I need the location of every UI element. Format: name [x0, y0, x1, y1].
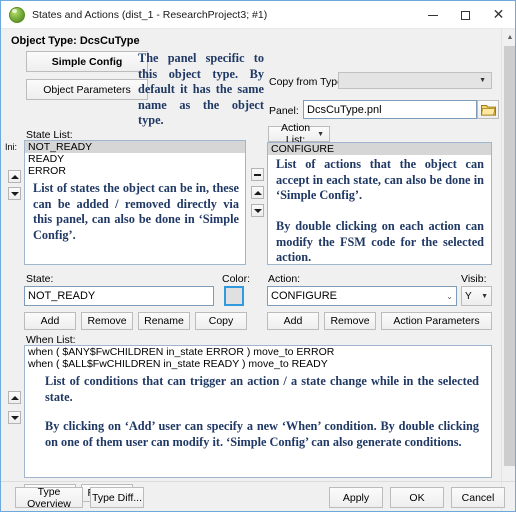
chevron-down-icon: ⌄ — [446, 291, 453, 301]
arrow-up-icon — [10, 395, 19, 400]
window-title: States and Actions (dist_1 - ResearchPro… — [32, 8, 268, 21]
folder-icon[interactable] — [477, 100, 499, 119]
state-name-input[interactable]: NOT_READY — [24, 286, 214, 306]
action-add-button[interactable]: Add — [267, 312, 319, 330]
close-icon: ✕ — [492, 7, 505, 23]
copy-from-type-select[interactable]: ▼ — [338, 72, 492, 89]
object-type-label: Object Type: DcsCuType — [11, 35, 140, 47]
state-move-down-button[interactable] — [8, 187, 21, 200]
action-list-dropdown-button[interactable]: Action List: ▼ — [268, 122, 330, 146]
arrow-down-icon — [253, 208, 262, 213]
action-name-combo[interactable]: CONFIGURE ⌄ — [267, 286, 457, 306]
arrow-down-icon — [10, 415, 19, 420]
type-diff-button[interactable]: Type Diff... — [90, 487, 144, 508]
list-item[interactable]: READY — [25, 153, 245, 165]
footer-divider — [1, 481, 515, 482]
state-move-up-button[interactable] — [8, 170, 21, 183]
when-list-annotation-note-1: List of conditions that can trigger an a… — [45, 374, 479, 404]
simple-config-button[interactable]: Simple Config — [26, 51, 148, 72]
action-parameters-button[interactable]: Action Parameters — [381, 312, 492, 330]
visib-select[interactable]: Y ▼ — [461, 286, 492, 306]
when-move-up-button[interactable] — [8, 391, 21, 404]
arrow-up-icon — [10, 174, 19, 179]
minus-icon — [254, 173, 261, 176]
apply-button[interactable]: Apply — [329, 487, 383, 508]
copy-from-type-label: Copy from Type: — [269, 76, 346, 88]
window-controls: ✕ — [416, 1, 515, 29]
arrow-down-icon — [10, 191, 19, 196]
list-item[interactable]: ERROR — [25, 165, 245, 177]
action-equalize-button[interactable] — [251, 168, 264, 181]
panel-input[interactable]: DcsCuType.pnl — [303, 100, 477, 119]
state-remove-button[interactable]: Remove — [81, 312, 133, 330]
vertical-scrollbar[interactable]: ▲ — [501, 29, 515, 511]
folder-glyph — [480, 104, 496, 116]
action-list-annotation-note-2: By double clicking on each action can mo… — [276, 219, 484, 264]
cancel-button[interactable]: Cancel — [451, 487, 505, 508]
action-name-value: CONFIGURE — [271, 290, 337, 302]
title-bar: States and Actions (dist_1 - ResearchPro… — [1, 1, 515, 29]
panel-annotation-note: The panel specific to this object type. … — [138, 51, 264, 127]
when-move-down-button[interactable] — [8, 411, 21, 424]
state-copy-button[interactable]: Copy — [195, 312, 247, 330]
when-list[interactable]: when ( $ANY$FwCHILDREN in_state ERROR ) … — [24, 345, 492, 478]
dialog-client-area: Object Type: DcsCuType Simple Config Obj… — [1, 29, 515, 511]
type-overview-button[interactable]: Type Overview — [15, 486, 83, 510]
visib-value: Y — [465, 290, 472, 302]
vertical-scrollbar-thumb[interactable] — [504, 46, 515, 466]
initial-state-label: Ini: — [5, 142, 18, 152]
list-item[interactable]: CONFIGURE — [268, 143, 491, 155]
action-list[interactable]: CONFIGURE List of actions that the objec… — [267, 142, 492, 265]
minimize-icon — [427, 14, 438, 16]
states-and-actions-window: States and Actions (dist_1 - ResearchPro… — [0, 0, 516, 512]
state-rename-button[interactable]: Rename — [138, 312, 190, 330]
chevron-down-icon: ▼ — [481, 292, 488, 300]
dialog-content: Object Type: DcsCuType Simple Config Obj… — [1, 29, 501, 511]
state-field-label: State: — [26, 273, 54, 285]
visib-label: Visib: — [461, 273, 487, 285]
state-list[interactable]: NOT_READY READY ERROR List of states the… — [24, 140, 246, 265]
list-item[interactable]: NOT_READY — [25, 141, 245, 153]
maximize-button[interactable] — [449, 1, 482, 29]
maximize-icon — [461, 10, 470, 20]
minimize-button[interactable] — [416, 1, 449, 29]
list-item[interactable]: when ( $ANY$FwCHILDREN in_state ERROR ) … — [25, 346, 491, 358]
scrollbar-up-button[interactable]: ▲ — [502, 29, 515, 45]
panel-label: Panel: — [269, 105, 299, 117]
action-list-annotation-note-1: List of actions that the object can acce… — [276, 157, 484, 202]
action-remove-button[interactable]: Remove — [324, 312, 376, 330]
arrow-up-icon — [253, 190, 262, 195]
object-parameters-button[interactable]: Object Parameters — [26, 79, 148, 100]
action-move-down-button[interactable] — [251, 204, 264, 217]
ok-button[interactable]: OK — [390, 487, 444, 508]
chevron-down-icon: ▼ — [317, 130, 324, 138]
state-color-swatch[interactable] — [224, 286, 244, 306]
state-add-button[interactable]: Add — [24, 312, 76, 330]
app-globe-icon — [9, 6, 25, 23]
state-list-annotation-note: List of states the object can be in, the… — [33, 181, 239, 242]
action-field-label: Action: — [268, 273, 301, 285]
close-button[interactable]: ✕ — [482, 1, 515, 29]
state-color-label: Color: — [222, 273, 251, 285]
list-item[interactable]: when ( $ALL$FwCHILDREN in_state READY ) … — [25, 358, 491, 370]
chevron-down-icon: ▼ — [479, 77, 486, 84]
when-list-annotation-note-2: By clicking on ‘Add’ user can specify a … — [45, 419, 479, 449]
action-move-up-button[interactable] — [251, 186, 264, 199]
